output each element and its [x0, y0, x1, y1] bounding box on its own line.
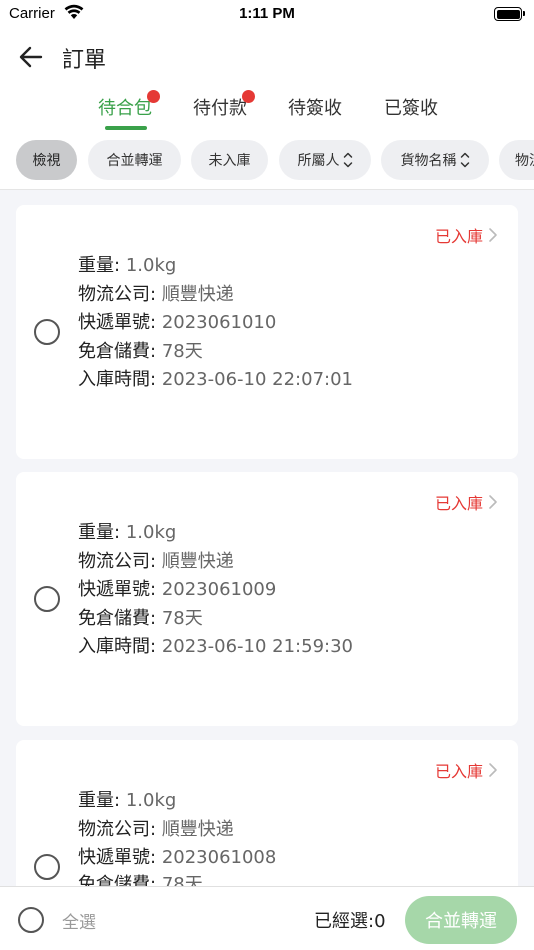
order-card[interactable]: 已入庫 重量: 1.0kg 物流公司: 順豐快递 快遞單號: 202306101…	[16, 205, 518, 459]
nav-bar: 訂單	[0, 30, 534, 86]
status-bar: Carrier 1:11 PM	[0, 0, 534, 30]
field-weight: 重量: 1.0kg	[78, 786, 176, 812]
field-weight: 重量: 1.0kg	[78, 518, 176, 544]
bottom-action-bar: 全選 已經選:0 合並轉運	[0, 886, 534, 950]
tab-badge-dot	[242, 90, 255, 103]
field-value: 78天	[161, 341, 203, 362]
active-tab-indicator	[105, 126, 147, 130]
page-title: 訂單	[62, 48, 107, 73]
tab-pending-merge[interactable]: 待合包	[98, 94, 152, 120]
field-company: 物流公司: 順豐快递	[78, 815, 234, 841]
field-storage: 免倉儲費: 78天	[78, 337, 203, 363]
order-status-label: 已入庫	[434, 227, 483, 246]
field-company: 物流公司: 順豐快递	[78, 280, 234, 306]
field-label: 物流公司:	[78, 284, 157, 305]
field-label: 入庫時間:	[78, 369, 157, 390]
chevron-right-icon	[489, 228, 497, 242]
order-status-label: 已入庫	[434, 494, 483, 513]
field-tracking: 快遞單號: 2023061010	[78, 308, 276, 334]
field-value: 1.0kg	[125, 522, 177, 543]
field-time: 入庫時間: 2023-06-10 22:07:01	[78, 365, 353, 391]
field-value: 78天	[161, 608, 203, 629]
field-value: 2023-06-10 21:59:30	[161, 636, 353, 657]
order-status[interactable]: 已入庫	[435, 223, 498, 247]
tab-badge-dot	[147, 90, 160, 103]
field-label: 重量:	[78, 522, 121, 543]
selected-count: 已經選:0	[314, 911, 386, 932]
field-weight: 重量: 1.0kg	[78, 251, 176, 277]
chevron-right-icon	[489, 495, 497, 509]
field-label: 快遞單號:	[78, 579, 157, 600]
tab-pending-receipt[interactable]: 待簽收	[288, 94, 342, 120]
battery-icon	[494, 7, 525, 21]
field-value: 2023-06-10 22:07:01	[161, 369, 353, 390]
field-label: 入庫時間:	[78, 636, 157, 657]
field-label: 物流公司:	[78, 819, 157, 840]
filter-chip-owner[interactable]: 所屬人	[279, 140, 371, 180]
filter-chip-label: 未入庫	[208, 153, 251, 169]
filter-chip-merge[interactable]: 合並轉運	[88, 140, 181, 180]
filter-chip-not-stored[interactable]: 未入庫	[191, 140, 268, 180]
order-card[interactable]: 已入庫 重量: 1.0kg 物流公司: 順豐快递 快遞單號: 202306100…	[16, 472, 518, 726]
field-label: 重量:	[78, 790, 121, 811]
field-value: 1.0kg	[125, 255, 177, 276]
field-tracking: 快遞單號: 2023061008	[78, 843, 276, 869]
merge-transfer-button[interactable]: 合並轉運	[405, 896, 517, 944]
order-select-radio[interactable]	[34, 854, 60, 880]
arrow-left-icon[interactable]	[18, 44, 44, 70]
filter-bar: 檢視 合並轉運 未入庫 所屬人 貨物名稱 物流	[0, 134, 534, 190]
field-company: 物流公司: 順豐快递	[78, 547, 234, 573]
field-time: 入庫時間: 2023-06-10 21:59:30	[78, 632, 353, 658]
order-tabs: 待合包 待付款 待簽收 已簽收	[0, 86, 534, 134]
field-label: 免倉儲費:	[78, 608, 157, 629]
field-value: 2023061008	[161, 847, 277, 868]
merge-button-label: 合並轉運	[425, 911, 497, 932]
field-label: 重量:	[78, 255, 121, 276]
field-label: 快遞單號:	[78, 312, 157, 333]
clock: 1:11 PM	[239, 5, 295, 22]
order-status[interactable]: 已入庫	[435, 758, 498, 782]
chevron-right-icon	[489, 763, 497, 777]
order-select-radio[interactable]	[34, 319, 60, 345]
field-value: 順豐快递	[161, 284, 234, 305]
sort-icon	[343, 152, 352, 168]
field-value: 2023061009	[161, 579, 277, 600]
field-tracking: 快遞單號: 2023061009	[78, 575, 276, 601]
filter-chip-label: 合並轉運	[106, 153, 163, 169]
order-select-radio[interactable]	[34, 586, 60, 612]
select-all-radio[interactable]	[18, 907, 44, 933]
sort-icon	[460, 152, 469, 168]
filter-chip-label: 物流	[515, 153, 534, 169]
field-label: 免倉儲費:	[78, 341, 157, 362]
filter-chip-view[interactable]: 檢視	[16, 140, 77, 180]
filter-chip-label: 貨物名稱	[400, 153, 457, 169]
field-value: 1.0kg	[125, 790, 177, 811]
tab-received[interactable]: 已簽收	[384, 94, 438, 120]
field-storage: 免倉儲費: 78天	[78, 604, 203, 630]
field-value: 順豐快递	[161, 819, 234, 840]
field-value: 2023061010	[161, 312, 277, 333]
select-all-label[interactable]: 全選	[62, 908, 96, 933]
filter-chip-label: 檢視	[32, 153, 61, 169]
tab-pending-payment[interactable]: 待付款	[193, 94, 247, 120]
order-status[interactable]: 已入庫	[435, 490, 498, 514]
field-label: 快遞單號:	[78, 847, 157, 868]
filter-chip-logistics[interactable]: 物流	[499, 140, 534, 180]
order-status-label: 已入庫	[434, 762, 483, 781]
filter-chip-goods-name[interactable]: 貨物名稱	[381, 140, 489, 180]
filter-chip-label: 所屬人	[297, 153, 340, 169]
field-value: 順豐快递	[161, 551, 234, 572]
field-label: 物流公司:	[78, 551, 157, 572]
